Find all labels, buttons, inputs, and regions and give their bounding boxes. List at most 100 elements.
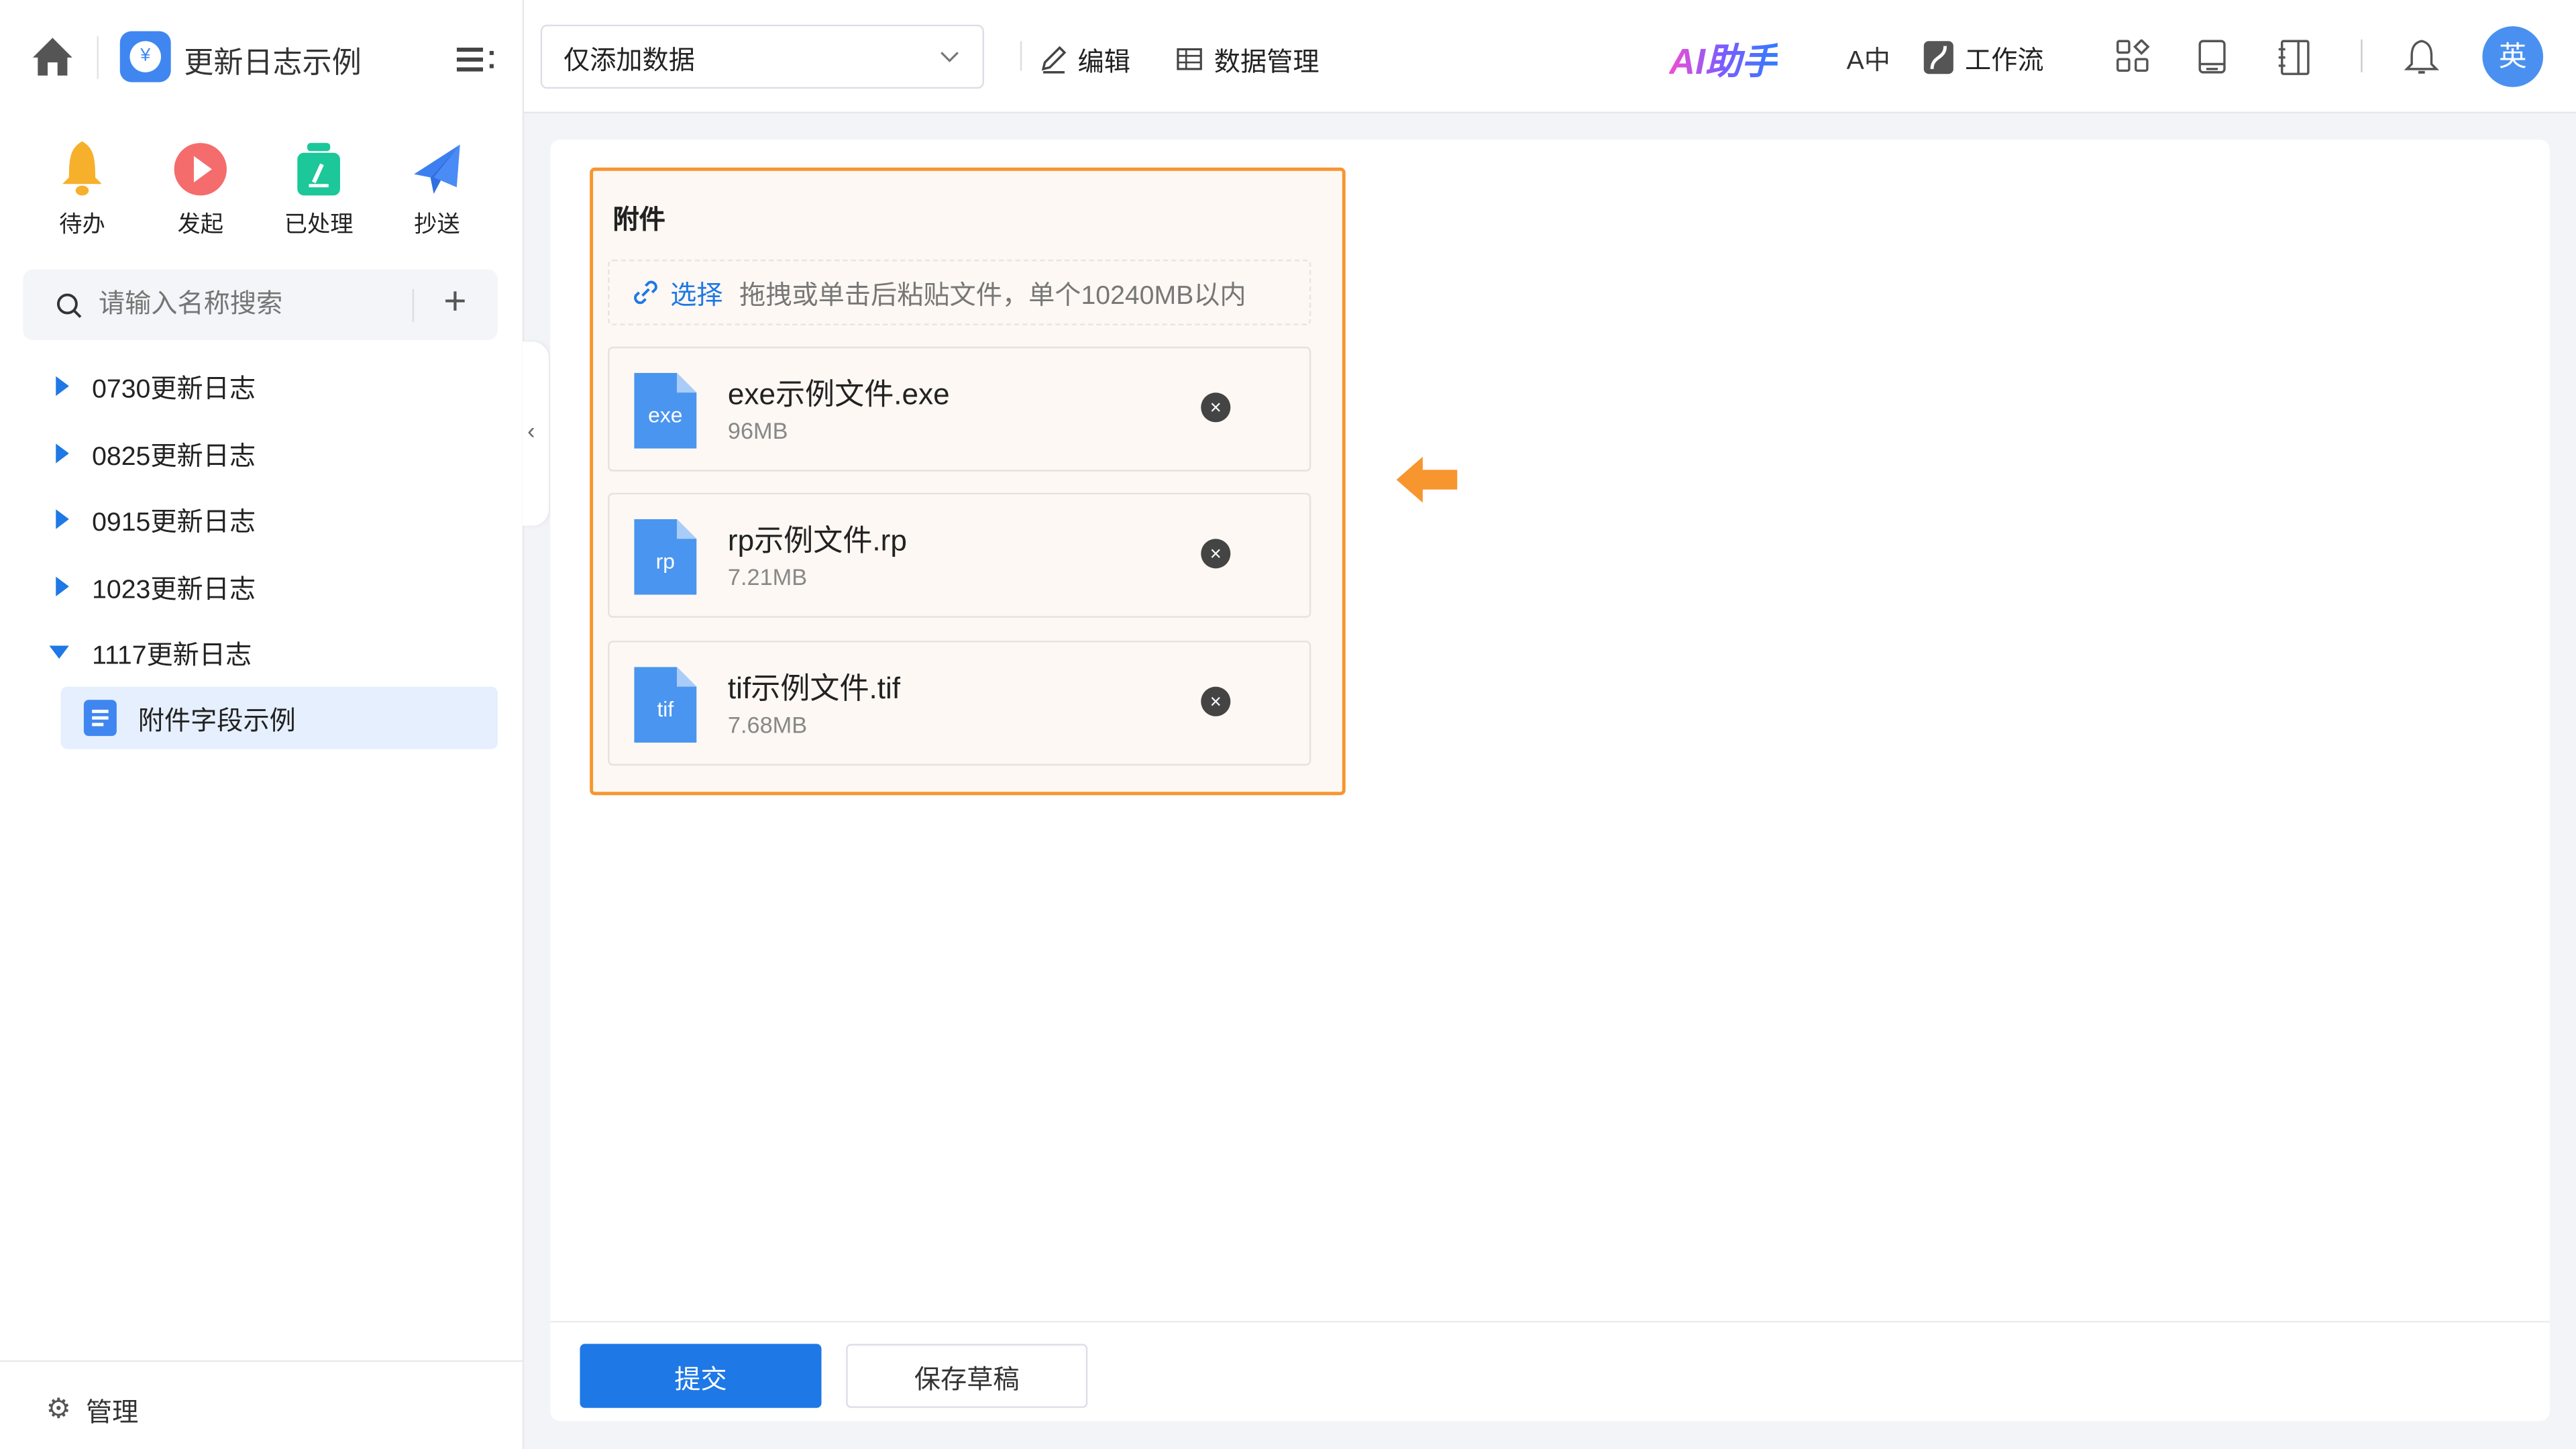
form-doc-icon: [83, 700, 117, 737]
search-input[interactable]: [95, 286, 415, 325]
send-icon: [378, 131, 496, 197]
user-avatar[interactable]: 英: [2482, 26, 2544, 87]
arrow-left-icon: [1396, 456, 1458, 503]
tree-item-label: 1117更新日志: [92, 642, 252, 671]
top-toolbar: 仅添加数据 编辑 数据管理 AI助手 A中 工作流 英: [524, 0, 2576, 113]
tree-item-1023[interactable]: 1023更新日志: [40, 562, 256, 611]
upload-hint: 拖拽或单击后粘贴文件，单个10240MB以内: [739, 282, 1246, 311]
file-type-icon: rp: [634, 519, 697, 603]
app-window: ¥ 更新日志示例 待办 发起 已处理 抄送 请输入名称搜索 + 0730更新日志…: [0, 0, 2576, 1449]
manage-label: 管理: [85, 1399, 139, 1428]
file-item[interactable]: rp rp示例文件.rp 7.21MB ×: [608, 492, 1311, 618]
file-type-icon: tif: [634, 667, 697, 751]
table-icon: [1177, 48, 1202, 70]
divider: [1020, 41, 1022, 71]
menu-collapse-icon[interactable]: [456, 43, 496, 84]
tree-item-0730[interactable]: 0730更新日志: [40, 362, 256, 411]
caret-down-icon: [49, 645, 69, 659]
caret-right-icon: [56, 576, 69, 596]
save-draft-button[interactable]: 保存草稿: [846, 1344, 1088, 1408]
notification-bell-icon[interactable]: [2404, 38, 2440, 77]
quick-action-label: 待办: [59, 210, 105, 237]
add-icon[interactable]: +: [443, 279, 466, 325]
quick-action-label: 已处理: [284, 210, 354, 237]
file-item[interactable]: exe exe示例文件.exe 96MB ×: [608, 346, 1311, 472]
app-logo-icon: ¥: [119, 31, 171, 83]
field-label: 附件: [612, 207, 665, 235]
workflow-icon: [1923, 41, 1953, 74]
tree-item-label: 附件字段示例: [138, 708, 296, 737]
tree-item-0915[interactable]: 0915更新日志: [40, 494, 256, 543]
sidebar-collapse-handle[interactable]: ‹: [522, 341, 549, 526]
quick-action-start[interactable]: 发起: [142, 131, 260, 240]
book-icon[interactable]: [2195, 40, 2231, 76]
remove-file-icon[interactable]: ×: [1201, 539, 1231, 569]
search-box: +: [23, 269, 498, 340]
link-icon: [634, 280, 657, 305]
caret-right-icon: [56, 376, 69, 396]
quick-action-todo[interactable]: 待办: [23, 131, 141, 240]
remove-file-icon[interactable]: ×: [1201, 686, 1231, 716]
gear-icon: ⚙: [46, 1393, 71, 1425]
divider: [550, 1320, 2550, 1323]
attachment-field: 附件 选择 拖拽或单击后粘贴文件，单个10240MB以内 exe exe示例文件…: [590, 167, 1346, 796]
caret-right-icon: [56, 443, 69, 464]
view-select-value: 仅添加数据: [564, 46, 695, 75]
workflow-label: 工作流: [1965, 48, 2044, 76]
manage-button[interactable]: ⚙ 管理: [46, 1390, 139, 1430]
divider: [0, 1360, 523, 1362]
translate-icon[interactable]: A中: [1847, 38, 1890, 77]
chevron-left-icon: ‹: [527, 417, 535, 444]
view-select[interactable]: 仅添加数据: [540, 24, 984, 89]
file-type-icon: exe: [634, 372, 697, 457]
notebook-icon[interactable]: [2277, 40, 2313, 76]
home-icon[interactable]: [30, 33, 76, 87]
divider: [412, 289, 415, 323]
quick-action-label: 抄送: [414, 210, 460, 237]
file-size: 7.21MB: [727, 564, 808, 590]
tree-item-label: 0915更新日志: [92, 509, 256, 537]
edit-label: 编辑: [1077, 49, 1130, 78]
caret-right-icon: [56, 509, 69, 529]
remove-file-icon[interactable]: ×: [1201, 392, 1231, 423]
tree-item-1117[interactable]: 1117更新日志: [40, 628, 252, 677]
quick-action-cc[interactable]: 抄送: [378, 131, 496, 240]
apps-grid-icon[interactable]: [2116, 39, 2152, 76]
edit-icon: [1041, 46, 1067, 74]
tree-item-label: 0825更新日志: [92, 443, 256, 472]
data-manage-label: 数据管理: [1214, 49, 1320, 78]
file-name: exe示例文件.exe: [727, 378, 950, 411]
tree-item-attachment-example[interactable]: 附件字段示例: [60, 686, 498, 749]
search-icon: [56, 293, 82, 319]
file-ext-label: rp: [655, 548, 676, 574]
file-size: 7.68MB: [727, 711, 808, 738]
bell-icon: [23, 131, 141, 197]
app-title: 更新日志示例: [184, 46, 362, 79]
tree-item-label: 0730更新日志: [92, 376, 256, 405]
divider: [2361, 39, 2363, 72]
form-panel: 附件 选择 拖拽或单击后粘贴文件，单个10240MB以内 exe exe示例文件…: [550, 140, 2550, 1421]
quick-action-label: 发起: [177, 210, 224, 237]
file-item[interactable]: tif tif示例文件.tif 7.68MB ×: [608, 641, 1311, 766]
file-name: rp示例文件.rp: [727, 524, 907, 557]
chevron-down-icon: [941, 51, 959, 62]
submit-button[interactable]: 提交: [580, 1344, 822, 1408]
data-manage-button[interactable]: 数据管理: [1175, 40, 1320, 79]
file-size: 96MB: [727, 417, 788, 444]
ai-assistant-button[interactable]: AI助手: [1669, 33, 1778, 85]
upload-dropzone[interactable]: 选择 拖拽或单击后粘贴文件，单个10240MB以内: [608, 259, 1311, 325]
tree-item-0825[interactable]: 0825更新日志: [40, 429, 256, 478]
file-ext-label: tif: [657, 696, 674, 722]
select-file-link[interactable]: 选择: [670, 273, 722, 313]
divider: [97, 36, 99, 79]
sidebar: ¥ 更新日志示例 待办 发起 已处理 抄送 请输入名称搜索 + 0730更新日志…: [0, 0, 525, 1449]
file-name: tif示例文件.tif: [727, 672, 901, 705]
workflow-button[interactable]: 工作流: [1922, 38, 2044, 77]
play-icon: [142, 131, 260, 197]
tree-item-label: 1023更新日志: [92, 576, 256, 605]
edit-button[interactable]: 编辑: [1038, 40, 1130, 79]
processed-icon: [260, 131, 378, 197]
file-ext-label: exe: [648, 402, 683, 427]
quick-action-processed[interactable]: 已处理: [260, 131, 378, 240]
quick-actions: 待办 发起 已处理 抄送: [23, 131, 496, 240]
